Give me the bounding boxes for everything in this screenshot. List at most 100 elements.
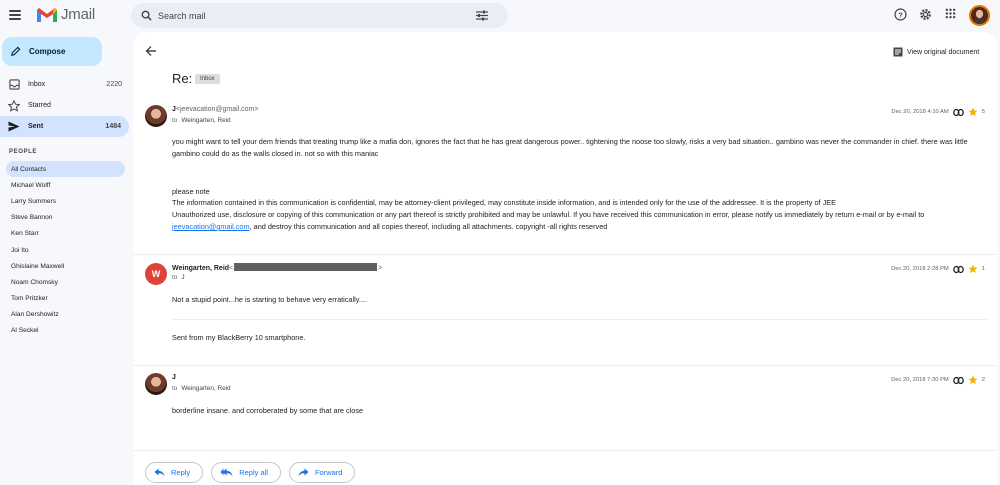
send-icon [8, 121, 20, 133]
person-alan-dershowitz[interactable]: Alan Dershowitz [6, 307, 125, 323]
forward-icon [298, 468, 309, 477]
recipient-line: to Weingarten, Reid [172, 385, 231, 392]
message-meta: Dec 20, 2018 4:10 AM 5 [891, 107, 985, 117]
view-original-button[interactable]: View original document [893, 47, 979, 57]
search-options-icon[interactable] [476, 10, 488, 21]
quote-divider [172, 319, 987, 320]
star-count: 1 [981, 266, 985, 272]
message-body: borderline insane. and corroberated by s… [172, 406, 364, 415]
sidebar-nav: Inbox 2220 Starred Sent 1484 [0, 74, 130, 137]
person-tom-pritzker[interactable]: Tom Pritzker [6, 291, 125, 307]
person-ken-starr[interactable]: Ken Starr [6, 226, 125, 242]
person-joi-ito[interactable]: Joi Ito [6, 242, 125, 258]
message-date: Dec 20, 2018 7:30 PM [891, 377, 949, 383]
link-icon[interactable] [952, 265, 964, 274]
star-icon[interactable] [968, 375, 978, 385]
top-bar: Jmail Search mail ? [0, 0, 1000, 32]
search-bar[interactable]: Search mail [131, 3, 508, 28]
help-icon[interactable]: ? [894, 8, 907, 21]
reply-icon [154, 468, 165, 477]
back-arrow-icon[interactable] [145, 45, 157, 57]
message-view: View original document Re: Inbox J<jeeva… [133, 32, 997, 485]
sent-count: 1484 [105, 123, 121, 130]
recipient-line: to Weingarten, Reid [172, 117, 231, 124]
star-outline-icon [8, 99, 20, 112]
disclaimer-line-1: The information contained in this commun… [172, 198, 836, 207]
star-icon[interactable] [968, 107, 978, 117]
sender-line: Weingarten, Reid< > [172, 263, 383, 272]
sender-avatar [145, 105, 167, 127]
person-ghislaine-maxwell[interactable]: Ghislaine Maxwell [6, 258, 125, 274]
message-body: Not a stupid point...he is starting to b… [172, 295, 367, 304]
to-prefix: to [172, 274, 178, 281]
inbox-label-chip[interactable]: Inbox [195, 74, 220, 84]
person-all-contacts[interactable]: All Contacts [6, 161, 125, 178]
main-menu-icon[interactable] [9, 10, 21, 20]
app-name: Jmail [61, 6, 96, 23]
reply-button[interactable]: Reply [145, 462, 204, 483]
people-header: PEOPLE [9, 149, 37, 155]
sender-name: Weingarten, Reid [172, 265, 230, 272]
sidebar-item-label: Starred [28, 102, 51, 109]
recipient-line: to J [172, 274, 185, 281]
search-input[interactable]: Search mail [158, 11, 206, 21]
person-noam-chomsky[interactable]: Noam Chomsky [6, 274, 125, 290]
document-icon [893, 47, 903, 57]
sender-line: J<jeevacation@gmail.com> [172, 106, 259, 113]
message-divider [133, 365, 997, 366]
redacted-email-bar [234, 263, 378, 271]
link-icon[interactable] [952, 108, 964, 117]
inbox-icon [8, 79, 20, 91]
message-body: you might want to tell your dem friends … [172, 137, 968, 158]
sidebar-item-label: Inbox [28, 81, 46, 88]
pencil-icon [11, 46, 21, 56]
compose-button[interactable]: Compose [2, 37, 102, 66]
sidebar-item-sent[interactable]: Sent 1484 [0, 116, 129, 137]
to-prefix: to [172, 385, 178, 392]
star-count: 2 [981, 377, 985, 383]
recipient-name: Weingarten, Reid [181, 385, 231, 392]
to-prefix: to [172, 117, 178, 124]
account-avatar[interactable] [969, 5, 990, 26]
message-signature: Sent from my BlackBerry 10 smartphone. [172, 333, 306, 342]
apps-grid-icon[interactable] [945, 8, 956, 19]
person-al-seckel[interactable]: Al Seckel [6, 323, 125, 339]
search-icon[interactable] [141, 10, 152, 21]
sidebar-item-inbox[interactable]: Inbox 2220 [0, 74, 130, 95]
sender-name: J [172, 374, 176, 381]
message-date: Dec 20, 2018 4:10 AM [891, 109, 949, 115]
recipient-name: Weingarten, Reid [181, 117, 231, 124]
link-icon[interactable] [952, 376, 964, 385]
forward-button[interactable]: Forward [288, 462, 356, 483]
settings-gear-icon[interactable] [919, 8, 932, 21]
sender-avatar [145, 373, 167, 395]
disclaimer-rest: , and destroy this communication and all… [249, 222, 608, 231]
people-list: All Contacts Michael Wolff Larry Summers… [6, 161, 125, 339]
person-michael-wolff[interactable]: Michael Wolff [6, 177, 125, 193]
disclaimer-line-3: jeevacation@gmail.com, and destroy this … [172, 221, 987, 233]
disclaimer-line-2: Unauthorized use, disclosure or copying … [172, 210, 925, 219]
message-meta: Dec 20, 2018 7:30 PM 2 [891, 375, 985, 385]
sidebar-item-starred[interactable]: Starred [0, 95, 130, 116]
star-icon[interactable] [968, 264, 978, 274]
message-divider [133, 450, 997, 451]
view-original-label: View original document [907, 48, 980, 56]
compose-label: Compose [29, 47, 66, 56]
person-steve-bannon[interactable]: Steve Bannon [6, 210, 125, 226]
app-logo[interactable]: Jmail [36, 6, 95, 23]
svg-text:?: ? [898, 10, 903, 19]
reply-label: Reply [171, 468, 191, 477]
message-divider [133, 254, 997, 255]
sender-line: J [172, 374, 176, 381]
thread-subject: Re: [172, 71, 193, 86]
message-date: Dec 20, 2018 2:28 PM [891, 266, 949, 272]
sidebar-item-label: Sent [28, 123, 44, 130]
forward-label: Forward [314, 468, 343, 477]
profile-photo-icon [971, 7, 988, 24]
reply-all-button[interactable]: Reply all [211, 462, 281, 483]
recipient-name: J [181, 274, 185, 281]
reply-all-label: Reply all [239, 468, 268, 477]
reply-actions: Reply Reply all Forward [145, 462, 356, 483]
email-link[interactable]: jeevacation@gmail.com [172, 222, 250, 231]
person-larry-summers[interactable]: Larry Summers [6, 193, 125, 209]
